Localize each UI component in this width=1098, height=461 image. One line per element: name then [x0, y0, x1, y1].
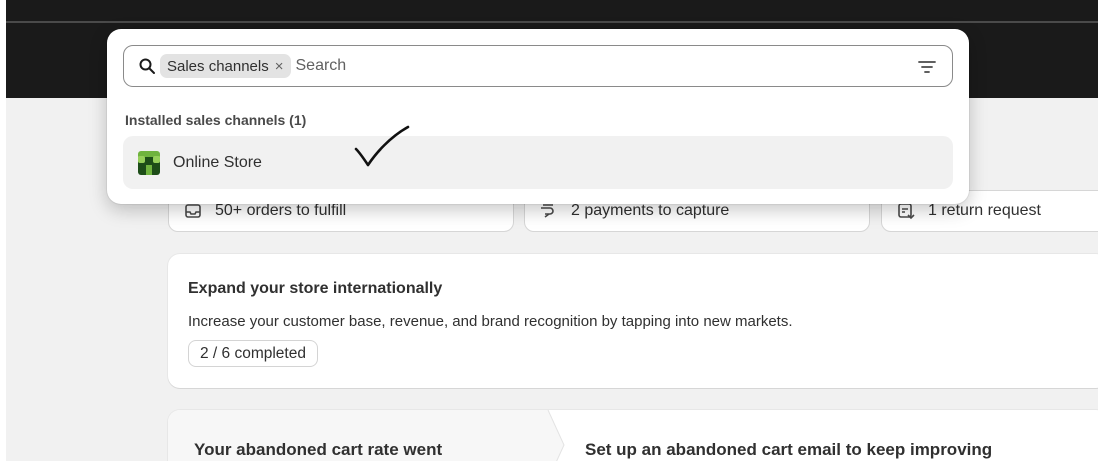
cart-rate-title: Your abandoned cart rate went: [194, 440, 443, 459]
search-input[interactable]: [295, 57, 856, 75]
orders-to-fulfill-label: 50+ orders to fulfill: [215, 202, 347, 219]
channel-label: Online Store: [173, 153, 262, 171]
expand-internationally-card[interactable]: Expand your store internationally Increa…: [168, 254, 1098, 388]
handwritten-checkmark-annotation: [354, 125, 410, 167]
payments-to-capture-label: 2 payments to capture: [571, 202, 730, 219]
top-bar-divider: [6, 21, 1098, 23]
online-store-icon: [138, 150, 160, 175]
progress-badge: 2 / 6 completed: [188, 340, 318, 367]
return-request-label: 1 return request: [928, 202, 1041, 219]
expand-card-description: Increase your customer base, revenue, an…: [188, 313, 793, 330]
filter-button[interactable]: [916, 56, 938, 78]
search-field[interactable]: Sales channels ×: [123, 45, 953, 87]
step-chevron-divider: [546, 410, 565, 461]
search-icon: [139, 58, 155, 74]
sales-channels-filter-chip[interactable]: Sales channels ×: [160, 54, 291, 78]
expand-card-title: Expand your store internationally: [188, 280, 443, 297]
filter-lines-icon: [918, 61, 936, 73]
filter-chip-label: Sales channels: [167, 57, 269, 75]
return-receipt-icon: [896, 201, 916, 221]
abandoned-cart-card[interactable]: Your abandoned cart rate went Set up an …: [168, 410, 1098, 461]
search-popover: Sales channels × Installed sales channel…: [107, 29, 969, 204]
inbox-icon: [183, 201, 203, 221]
cart-email-title: Set up an abandoned cart email to keep i…: [585, 440, 993, 459]
payment-hand-icon: [539, 201, 559, 221]
installed-channels-heading: Installed sales channels (1): [125, 112, 307, 128]
remove-filter-icon[interactable]: ×: [275, 59, 284, 74]
channel-online-store[interactable]: Online Store: [123, 136, 953, 189]
